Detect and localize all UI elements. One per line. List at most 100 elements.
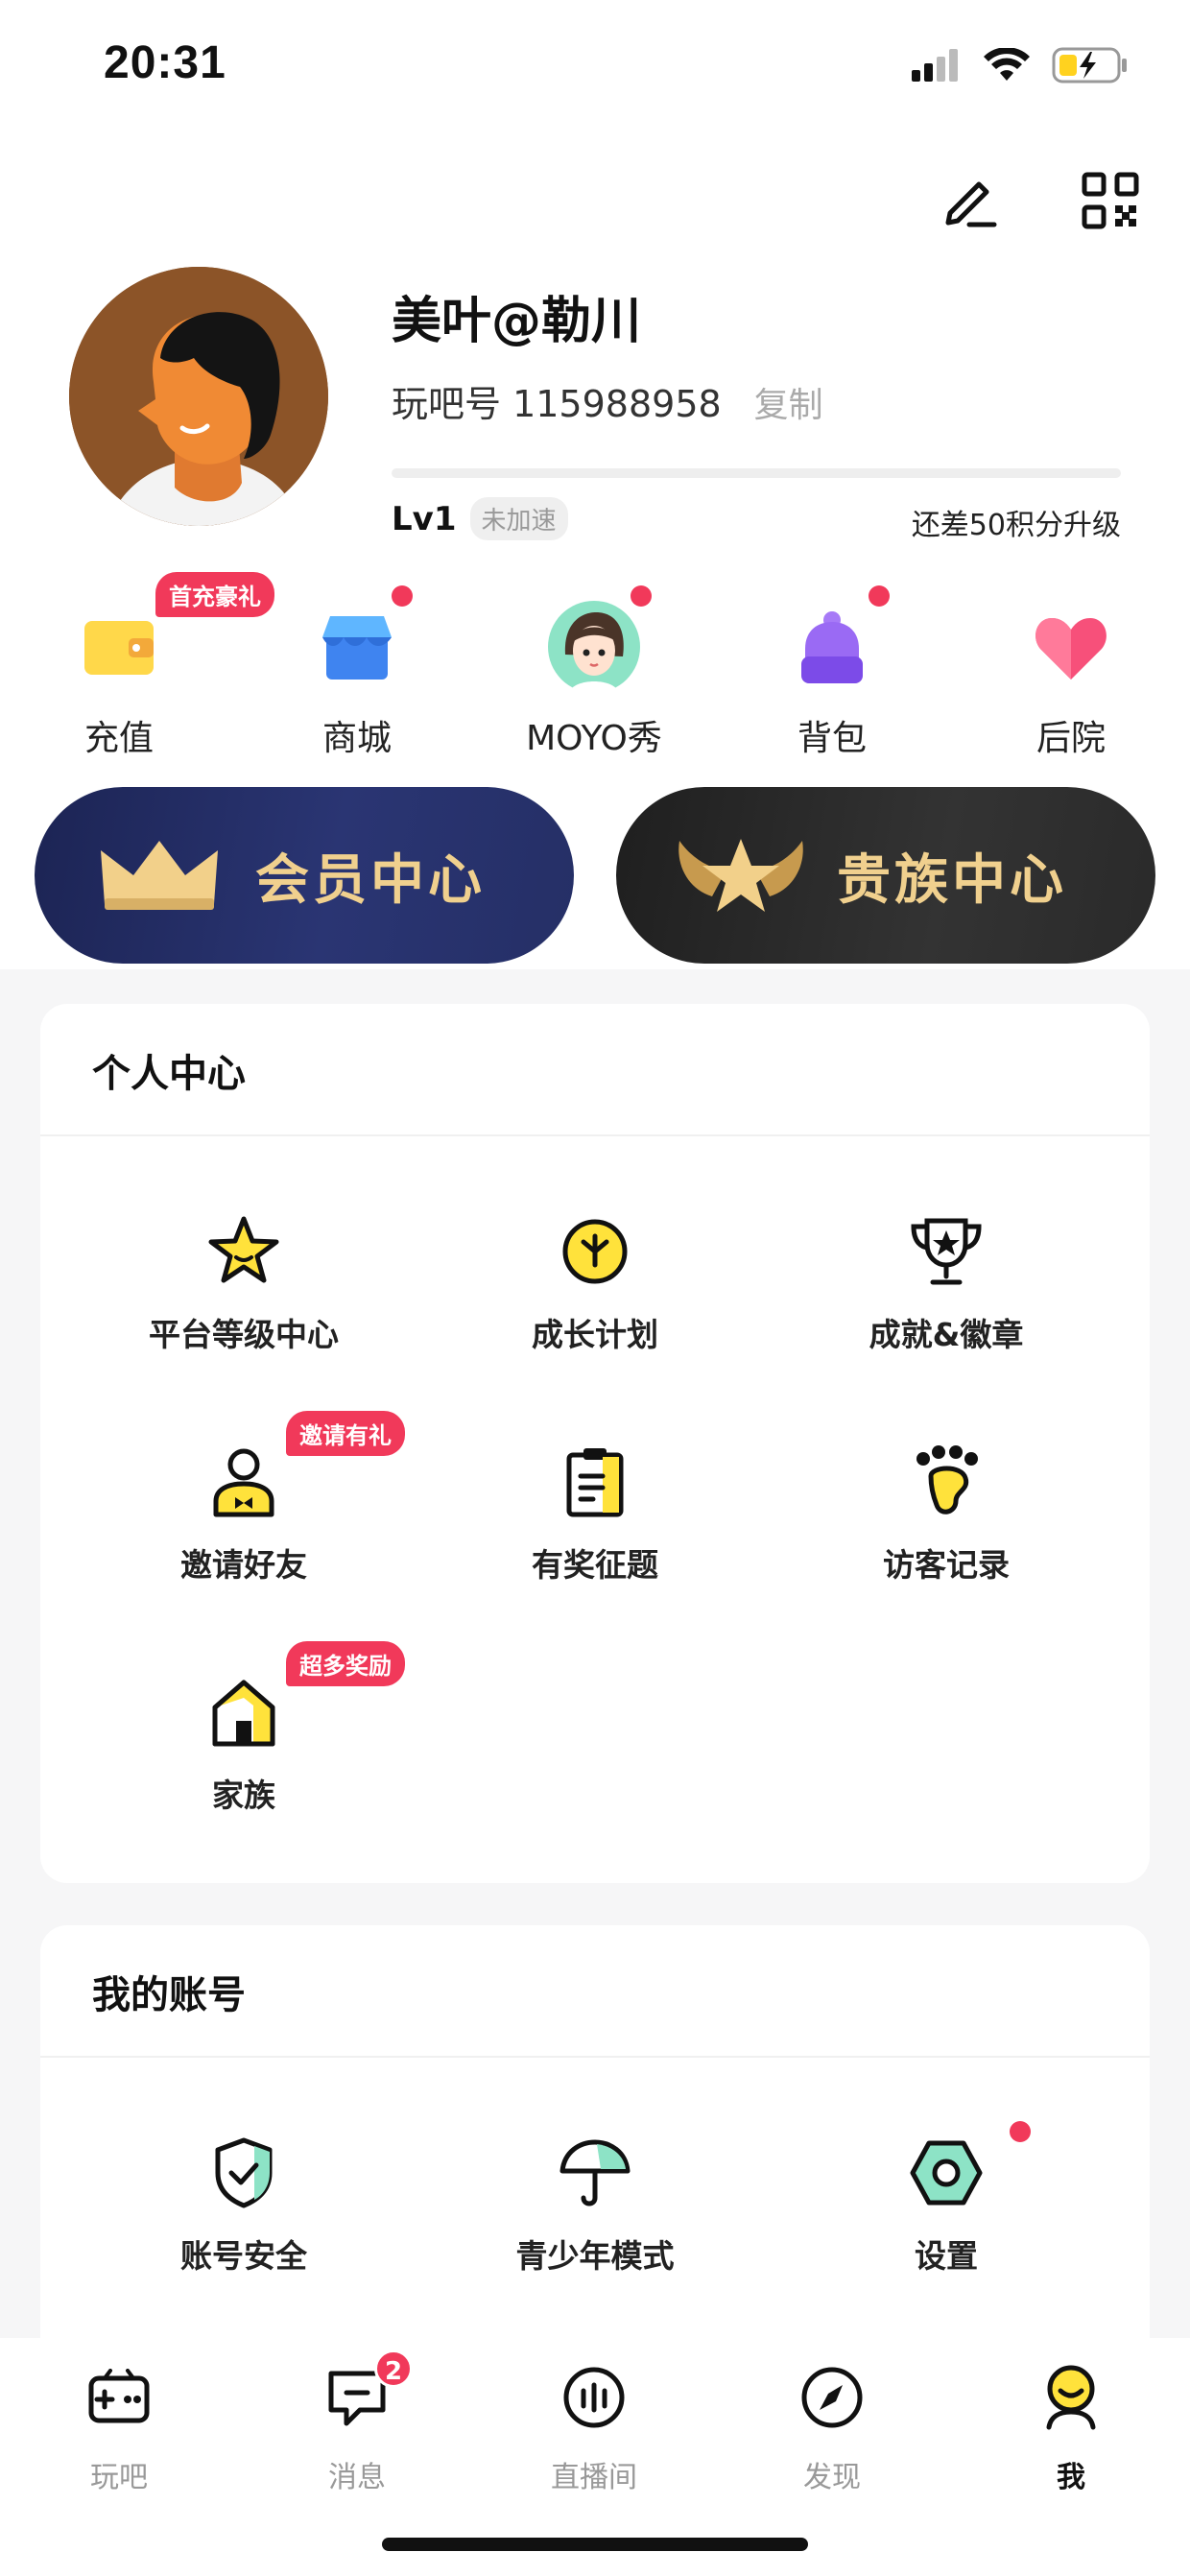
qr-code-button[interactable] bbox=[1079, 169, 1142, 232]
grid-item-label: 账号安全 bbox=[180, 2237, 307, 2275]
shield-check-icon bbox=[205, 2135, 282, 2211]
grid-item-prize-questions[interactable]: 有奖征题 bbox=[441, 1443, 749, 1607]
promo-tag: 超多奖励 bbox=[286, 1641, 405, 1686]
member-center-button[interactable]: 会员中心 bbox=[35, 787, 574, 964]
quick-action-store[interactable]: 商城 bbox=[261, 585, 453, 768]
footprint-icon bbox=[908, 1443, 985, 1520]
card-title: 个人中心 bbox=[92, 1052, 246, 1096]
notification-dot bbox=[869, 585, 890, 607]
grid-item-label: 邀请好友 bbox=[180, 1546, 307, 1584]
avatar[interactable] bbox=[69, 267, 328, 526]
tab-label: 玩吧 bbox=[90, 2461, 148, 2494]
cellular-signal-icon bbox=[912, 49, 958, 82]
level-row: Lv1 未加速 bbox=[392, 497, 568, 540]
grid-item-label: 家族 bbox=[212, 1777, 275, 1814]
grid-item-teen-mode[interactable]: 青少年模式 bbox=[441, 2135, 749, 2298]
level-progress-bar bbox=[392, 468, 1121, 478]
tab-label: 直播间 bbox=[551, 2461, 637, 2494]
grid-item-settings[interactable]: 设置 bbox=[793, 2121, 1100, 2298]
tab-messages[interactable]: 消息 2 bbox=[261, 2349, 453, 2501]
heart-icon bbox=[1023, 599, 1119, 695]
unread-badge: 2 bbox=[374, 2349, 413, 2388]
star-icon bbox=[205, 1213, 282, 1290]
quick-action-label: 后院 bbox=[1035, 719, 1106, 758]
tab-me[interactable]: 我 bbox=[975, 2357, 1167, 2501]
hex-nut-settings-icon bbox=[908, 2135, 985, 2211]
quick-action-moyo[interactable]: MOYO秀 bbox=[498, 585, 690, 768]
me-icon bbox=[1038, 2365, 1104, 2430]
tab-wanba[interactable]: 玩吧 bbox=[23, 2357, 215, 2501]
tab-label: 消息 bbox=[328, 2461, 386, 2494]
status-time: 20:31 bbox=[104, 37, 226, 88]
tab-live-room[interactable]: 直播间 bbox=[498, 2357, 690, 2501]
tab-label: 发现 bbox=[803, 2461, 861, 2494]
quick-action-label: 商城 bbox=[321, 719, 392, 758]
pencil-icon bbox=[945, 181, 997, 227]
speed-badge: 未加速 bbox=[469, 497, 568, 540]
notification-dot bbox=[631, 585, 652, 607]
moyo-avatar-icon bbox=[546, 599, 642, 695]
personal-center-card: 个人中心 平台等级中心 成长计划 成就&徽章 邀请好友 邀请有礼 有奖征题 访客… bbox=[40, 1004, 1150, 1883]
grid-item-account-security[interactable]: 账号安全 bbox=[90, 2135, 397, 2298]
grid-item-platform-level[interactable]: 平台等级中心 bbox=[90, 1213, 397, 1376]
promo-tag: 首充豪礼 bbox=[155, 572, 274, 617]
quick-action-backyard[interactable]: 后院 bbox=[975, 585, 1167, 768]
quick-action-label: 背包 bbox=[797, 719, 867, 758]
notification-dot bbox=[1010, 2121, 1031, 2142]
invite-user-icon bbox=[205, 1443, 282, 1520]
card-title: 我的账号 bbox=[92, 1973, 246, 2017]
divider bbox=[40, 1134, 1150, 1136]
grid-item-invite-friends[interactable]: 邀请好友 邀请有礼 bbox=[90, 1411, 405, 1607]
edit-profile-button[interactable] bbox=[939, 169, 1002, 232]
copy-uid-button[interactable]: 复制 bbox=[754, 377, 823, 427]
grid-item-growth-plan[interactable]: 成长计划 bbox=[441, 1213, 749, 1376]
level-label: Lv1 bbox=[392, 499, 457, 538]
tab-discover[interactable]: 发现 bbox=[736, 2357, 928, 2501]
noble-center-label: 贵族中心 bbox=[837, 848, 1067, 912]
battery-charging-icon bbox=[1052, 47, 1127, 83]
gamepad-icon bbox=[86, 2365, 152, 2430]
profile-page: 20:31 美叶@勒川 玩吧号 115988958 复制 Lv1 未加速 还差5… bbox=[0, 0, 1190, 2576]
tab-label: 我 bbox=[1057, 2461, 1085, 2494]
grid-item-visitor-records[interactable]: 访客记录 bbox=[793, 1443, 1100, 1607]
wallet-icon bbox=[71, 599, 167, 695]
notification-dot bbox=[392, 585, 413, 607]
quick-action-label: MOYO秀 bbox=[526, 719, 662, 758]
avatar-illustration bbox=[69, 267, 328, 526]
grid-item-family[interactable]: 家族 超多奖励 bbox=[90, 1641, 405, 1837]
uid-text: 玩吧号 115988958 bbox=[392, 383, 722, 425]
uid-row: 玩吧号 115988958 复制 bbox=[392, 374, 823, 427]
winged-star-icon bbox=[674, 818, 808, 933]
home-indicator[interactable] bbox=[382, 2538, 808, 2551]
store-icon bbox=[309, 599, 405, 695]
grid-item-label: 设置 bbox=[915, 2237, 978, 2275]
grid-item-label: 平台等级中心 bbox=[149, 1316, 339, 1353]
level-hint: 还差50积分升级 bbox=[911, 509, 1121, 542]
divider bbox=[40, 2056, 1150, 2058]
status-icons bbox=[912, 42, 1129, 88]
grid-item-label: 有奖征题 bbox=[532, 1546, 658, 1584]
umbrella-icon bbox=[557, 2135, 633, 2211]
member-center-label: 会员中心 bbox=[255, 848, 486, 912]
promo-tag: 邀请有礼 bbox=[286, 1411, 405, 1456]
house-icon bbox=[205, 1674, 282, 1751]
wifi-icon bbox=[984, 48, 1030, 81]
qr-code-icon bbox=[1082, 172, 1139, 229]
noble-center-button[interactable]: 贵族中心 bbox=[616, 787, 1155, 964]
grid-item-label: 青少年模式 bbox=[515, 2237, 675, 2275]
quick-action-label: 充值 bbox=[83, 719, 154, 758]
quick-action-recharge[interactable]: 充值 首充豪礼 bbox=[23, 572, 274, 768]
sprout-clock-icon bbox=[557, 1213, 633, 1290]
clipboard-icon bbox=[557, 1443, 633, 1520]
trophy-icon bbox=[908, 1213, 985, 1290]
nickname: 美叶@勒川 bbox=[392, 293, 642, 350]
grid-item-label: 成长计划 bbox=[532, 1316, 658, 1353]
backpack-icon bbox=[784, 599, 880, 695]
compass-icon bbox=[799, 2365, 865, 2430]
live-icon bbox=[561, 2365, 627, 2430]
crown-icon bbox=[92, 818, 226, 933]
my-account-card: 我的账号 账号安全 青少年模式 设置 bbox=[40, 1925, 1150, 2367]
grid-item-achievements[interactable]: 成就&徽章 bbox=[793, 1213, 1100, 1376]
grid-item-label: 成就&徽章 bbox=[869, 1316, 1024, 1353]
quick-action-backpack[interactable]: 背包 bbox=[736, 585, 928, 768]
